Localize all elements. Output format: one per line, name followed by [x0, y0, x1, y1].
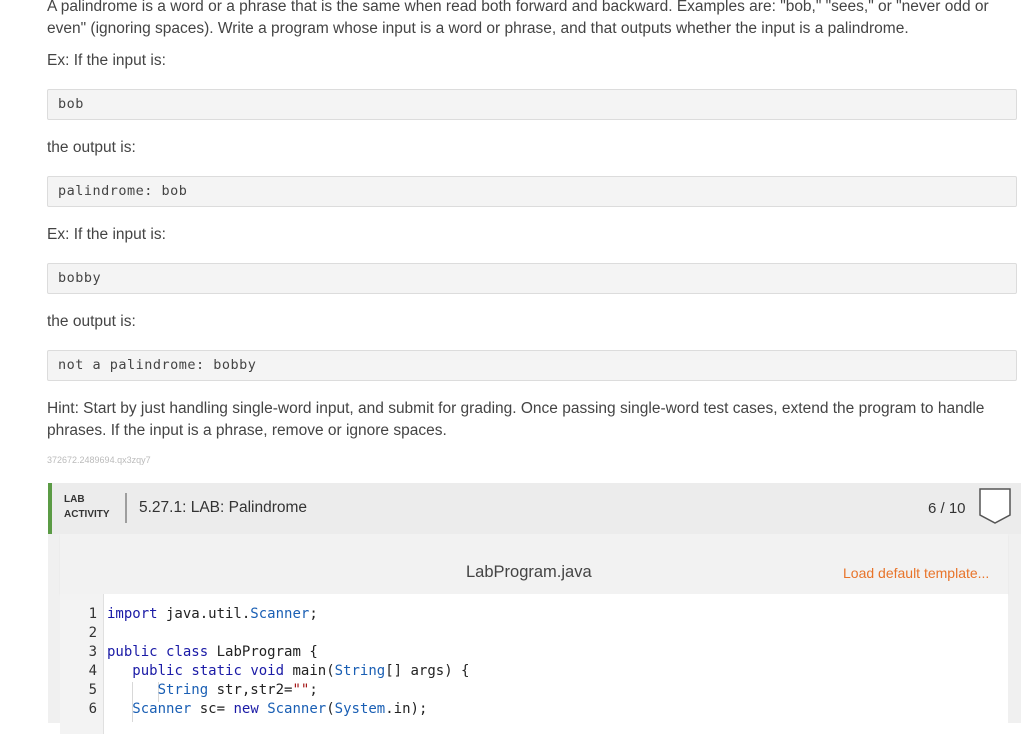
- lab-divider: [125, 493, 127, 523]
- editor-header: LabProgram.java Load default template...: [60, 534, 1008, 594]
- example-1-input: bob: [47, 89, 1017, 120]
- code-area[interactable]: 1 2 3 4 5 6 import java.util.Scanner; pu…: [60, 594, 1008, 734]
- code-editor: LabProgram.java Load default template...…: [60, 534, 1008, 734]
- example-1-output: palindrome: bob: [47, 176, 1017, 207]
- example-1-input-label: Ex: If the input is:: [47, 52, 166, 69]
- lab-tag-line1: LAB: [64, 494, 85, 505]
- line-number: 4: [88, 663, 97, 679]
- problem-id: 372672.2489694.qx3zqy7: [47, 455, 151, 465]
- line-number: 6: [88, 701, 97, 717]
- line-number: 5: [88, 682, 97, 698]
- code-line-3: public class LabProgram {: [107, 644, 318, 660]
- load-default-template-link[interactable]: Load default template...: [843, 565, 989, 581]
- code-line-4: public static void main(String[] args) {: [132, 663, 470, 679]
- lab-activity-tag: LAB ACTIVITY: [64, 492, 110, 522]
- lab-accent-bar: [48, 483, 52, 534]
- line-number: 2: [88, 625, 97, 641]
- line-number: 3: [88, 644, 97, 660]
- example-1-output-label: the output is:: [47, 139, 136, 156]
- shield-icon: [979, 488, 1011, 524]
- line-number: 1: [88, 606, 97, 622]
- line-number-gutter: 1 2 3 4 5 6: [60, 594, 104, 734]
- code-line-1: import java.util.Scanner;: [107, 606, 318, 622]
- example-2-input: bobby: [47, 263, 1017, 294]
- example-2-input-label: Ex: If the input is:: [47, 226, 166, 243]
- code-line-5: String str,str2="";: [157, 682, 318, 698]
- problem-intro: A palindrome is a word or a phrase that …: [47, 0, 989, 37]
- code-line-6: Scanner sc= new Scanner(System.in);: [132, 701, 428, 717]
- hint-text: Hint: Start by just handling single-word…: [47, 400, 985, 439]
- lab-score: 6 / 10: [928, 500, 966, 517]
- lab-tag-line2: ACTIVITY: [64, 509, 110, 520]
- example-2-output: not a palindrome: bobby: [47, 350, 1017, 381]
- file-name: LabProgram.java: [466, 563, 592, 581]
- lab-title: 5.27.1: LAB: Palindrome: [139, 499, 308, 516]
- example-2-output-label: the output is:: [47, 313, 136, 330]
- lab-activity-panel: LAB ACTIVITY 5.27.1: LAB: Palindrome 6 /…: [48, 483, 1021, 734]
- lab-header: LAB ACTIVITY 5.27.1: LAB: Palindrome 6 /…: [48, 483, 1021, 534]
